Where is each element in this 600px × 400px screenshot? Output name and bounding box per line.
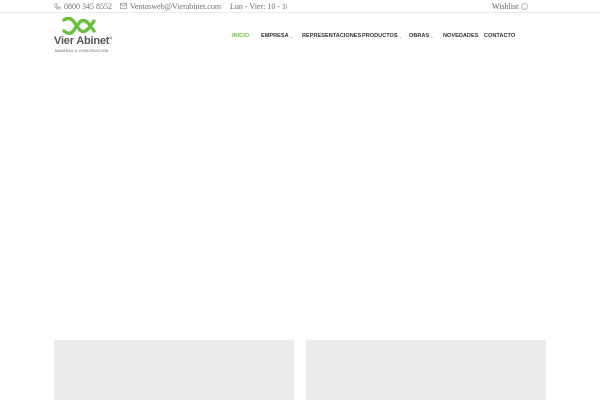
circle-icon [521, 2, 529, 10]
nav-label: PRODUCTOS [362, 33, 398, 39]
envelope-icon [120, 3, 127, 9]
hours-text: Lun - Vier: 10 - 18: [230, 1, 287, 11]
phone-number: 0800 345 8552 [64, 1, 112, 11]
content-card-right [306, 340, 546, 400]
nav-item-empresa[interactable]: EMPRESA ⌄ [261, 33, 293, 39]
chevron-down-icon: ⌄ [289, 33, 294, 39]
store-hours: Lun - Vier: 10 - 18: [227, 0, 287, 12]
logo-mark-icon [62, 17, 96, 35]
logo-name: Vier Abinet® [54, 35, 113, 47]
nav-label: INICIO [232, 33, 250, 39]
chevron-down-icon: ⌄ [430, 33, 434, 39]
nav-item-inicio[interactable]: INICIO [232, 33, 249, 39]
nav-label: NOVEDADES [443, 33, 479, 39]
nav-item-contacto[interactable]: CONTACTO [484, 33, 515, 39]
wishlist-link[interactable]: Wishlist [492, 0, 529, 12]
logo-tagline: MADERAS & CONSTRUCCIÓN [55, 49, 109, 53]
wishlist-label: Wishlist [492, 1, 519, 11]
phone-contact[interactable]: 0800 345 8552 [54, 0, 112, 12]
nav-item-obras[interactable]: OBRAS ⌄ [409, 33, 434, 39]
site-logo[interactable]: Vier Abinet® MADERAS & CONSTRUCCIÓN [54, 17, 113, 57]
registered-mark: ® [109, 35, 113, 41]
nav-label: REPRESENTACIONES [302, 33, 362, 39]
nav-item-novedades[interactable]: NOVEDADES [443, 33, 478, 39]
nav-item-productos[interactable]: PRODUCTOS ⌄ [362, 33, 402, 39]
email-address: Ventasweb@Vierabinet.com [130, 1, 222, 11]
chevron-down-icon: ⌄ [398, 33, 402, 39]
nav-label: EMPRESA [261, 33, 289, 39]
email-contact[interactable]: Ventasweb@Vierabinet.com [120, 0, 221, 12]
content-card-left [54, 340, 294, 400]
nav-label: OBRAS [409, 33, 430, 39]
nav-label: CONTACTO [484, 33, 516, 39]
nav-item-representaciones[interactable]: REPRESENTACIONES [302, 33, 361, 39]
top-bar: 0800 345 8552 Ventasweb@Vierabinet.com L… [0, 0, 600, 13]
phone-icon [54, 2, 61, 10]
